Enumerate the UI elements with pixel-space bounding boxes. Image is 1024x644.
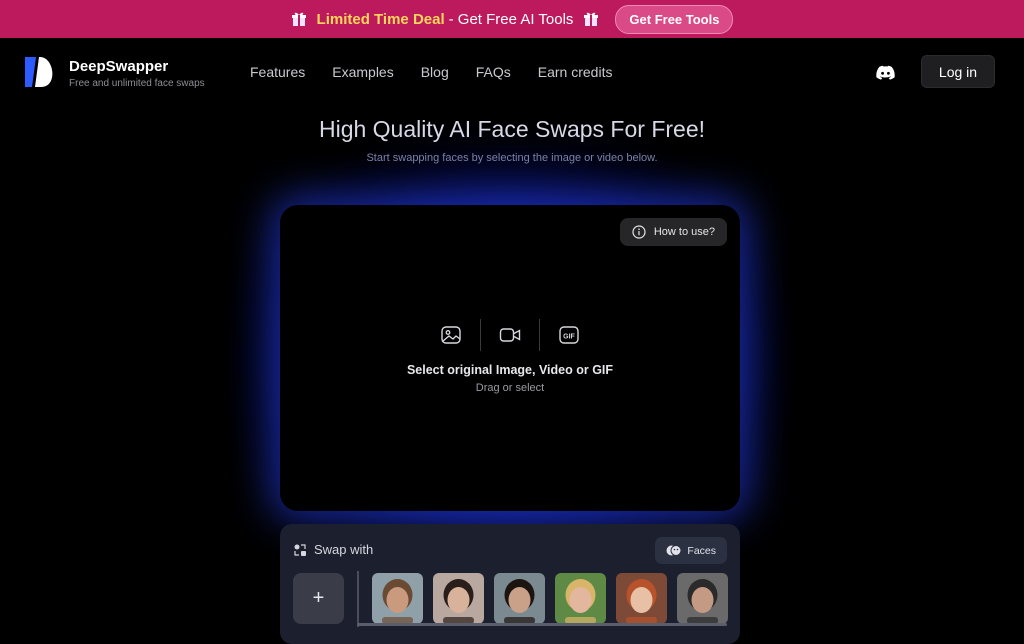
face-portrait-icon — [494, 573, 545, 624]
swap-with-panel: Swap with Faces + — [280, 524, 740, 644]
upload-dropzone[interactable]: How to use? GIF Select original Image, V… — [280, 205, 740, 511]
gif-icon-label: GIF — [563, 334, 575, 341]
video-icon — [499, 328, 521, 342]
how-to-use-label: How to use? — [653, 226, 715, 238]
face-thumbnail[interactable] — [677, 573, 728, 624]
page-title: High Quality AI Face Swaps For Free! — [318, 116, 706, 142]
face-portrait-icon — [616, 573, 667, 624]
image-icon — [441, 326, 461, 344]
promo-text: - Get Free AI Tools — [448, 10, 574, 28]
face-thumbnail[interactable] — [555, 573, 606, 624]
separator — [539, 319, 540, 351]
swap-with-label: Swap with — [314, 542, 374, 557]
nav-features[interactable]: Features — [250, 64, 305, 80]
face-thumbnail[interactable] — [494, 573, 545, 624]
how-to-use-button[interactable]: How to use? — [619, 218, 727, 246]
faces-label: Faces — [687, 544, 716, 557]
gift-icon — [291, 12, 306, 26]
face-portrait-icon — [372, 573, 423, 624]
face-portrait-icon — [433, 573, 484, 624]
gif-icon: GIF — [559, 326, 579, 344]
info-icon — [632, 225, 646, 239]
face-portrait-icon — [677, 573, 728, 624]
thumbnail-scrollbar[interactable] — [357, 623, 727, 626]
separator — [480, 319, 481, 351]
nav-earn-credits[interactable]: Earn credits — [538, 64, 613, 80]
discord-icon[interactable] — [876, 65, 895, 80]
login-button[interactable]: Log in — [921, 55, 995, 88]
nav-faqs[interactable]: FAQs — [476, 64, 511, 80]
dropzone-subtitle: Drag or select — [475, 382, 545, 394]
swap-with-heading: Swap with — [293, 542, 373, 557]
main-menu: Features Examples Blog FAQs Earn credits — [250, 64, 639, 80]
nav-examples[interactable]: Examples — [332, 64, 393, 80]
page-subtitle: Start swapping faces by selecting the im… — [366, 152, 658, 164]
face-thumbnail[interactable] — [433, 573, 484, 624]
brand-name[interactable]: DeepSwapper — [69, 58, 168, 75]
promo-banner: Limited Time Deal - Get Free AI Tools Ge… — [0, 0, 1024, 38]
get-free-tools-button[interactable]: Get Free Tools — [615, 4, 734, 34]
deepswapper-logo-icon[interactable] — [24, 56, 56, 88]
faces-icon — [666, 545, 682, 556]
media-type-icons: GIF — [280, 319, 740, 351]
faces-button[interactable]: Faces — [655, 537, 727, 564]
add-face-button[interactable]: + — [293, 573, 344, 624]
face-thumbnail[interactable] — [372, 573, 423, 624]
face-thumbnail-list — [372, 573, 728, 624]
brand-tagline: Free and unlimited face swaps — [69, 78, 205, 89]
nav-blog[interactable]: Blog — [421, 64, 449, 80]
navbar: DeepSwapper Free and unlimited face swap… — [0, 38, 1024, 106]
face-portrait-icon — [555, 573, 606, 624]
gift-icon — [584, 12, 599, 26]
promo-deal: Limited Time Deal — [316, 10, 445, 28]
swap-icon — [294, 543, 306, 556]
divider — [357, 571, 359, 627]
dropzone-title: Select original Image, Video or GIF — [406, 363, 614, 377]
face-thumbnail[interactable] — [616, 573, 667, 624]
